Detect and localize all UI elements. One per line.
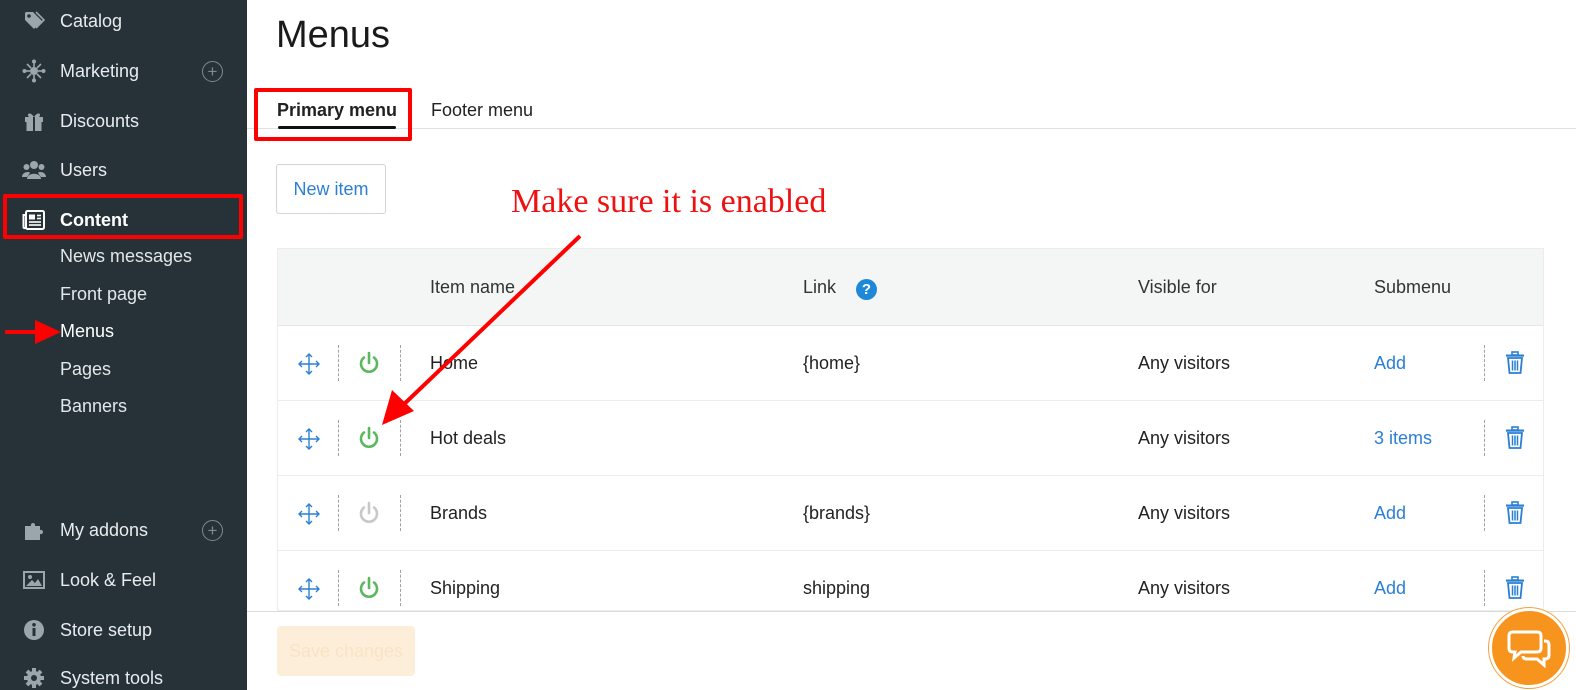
- sidebar-item-marketing[interactable]: Marketing +: [0, 51, 247, 91]
- item-name: Shipping: [430, 578, 501, 598]
- item-visible-for: Any visitors: [1138, 428, 1231, 448]
- page-title: Menus: [276, 14, 391, 56]
- item-name: Hot deals: [430, 428, 507, 448]
- drag-handle-icon[interactable]: [297, 427, 321, 451]
- sidebar-item-store-setup[interactable]: Store setup: [0, 610, 247, 650]
- row-separator: [338, 420, 339, 456]
- sidebar: Catalog Marketing + Discounts Users Cont…: [0, 0, 247, 690]
- row-separator: [338, 495, 339, 531]
- item-visible-for: Any visitors: [1138, 578, 1231, 598]
- users-icon: [22, 158, 46, 182]
- info-icon: [22, 618, 46, 642]
- submenu-link[interactable]: Add: [1374, 578, 1406, 599]
- sidebar-item-label: Users: [60, 159, 108, 180]
- footer-divider: [247, 611, 1576, 612]
- sidebar-item-catalog[interactable]: Catalog: [0, 1, 247, 41]
- sidebar-item-my-addons[interactable]: My addons +: [0, 510, 247, 550]
- menus-pointer-arrow: [5, 320, 61, 344]
- submenu-link[interactable]: 3 items: [1374, 428, 1432, 449]
- subnav-banners[interactable]: Banners: [60, 396, 127, 417]
- row-separator: [400, 495, 401, 531]
- add-addon-button[interactable]: +: [202, 519, 223, 541]
- table-row: Shipping shipping Any visitors Add: [278, 551, 1543, 610]
- column-header-visible-for: Visible for: [1138, 277, 1217, 297]
- tag-icon: [22, 9, 46, 33]
- trash-icon[interactable]: [1505, 576, 1525, 600]
- row-separator: [1484, 495, 1485, 531]
- drag-handle-icon[interactable]: [297, 502, 321, 526]
- sidebar-item-label: Marketing: [60, 60, 140, 81]
- tabs-divider: [247, 128, 1576, 129]
- row-separator: [338, 570, 339, 606]
- sidebar-item-discounts[interactable]: Discounts: [0, 101, 247, 141]
- power-toggle-icon[interactable]: [358, 501, 380, 525]
- sidebar-item-label: Look & Feel: [60, 569, 157, 590]
- sidebar-item-label: My addons: [60, 519, 149, 540]
- drag-handle-icon[interactable]: [297, 352, 321, 376]
- column-header-submenu: Submenu: [1374, 277, 1452, 297]
- newspaper-icon: [22, 208, 46, 232]
- subnav-menus[interactable]: Menus: [60, 321, 114, 342]
- sidebar-item-label: Catalog: [60, 10, 123, 31]
- app-window: Catalog Marketing + Discounts Users Cont…: [0, 0, 1576, 690]
- row-separator: [338, 345, 339, 381]
- chat-button[interactable]: [1489, 608, 1569, 688]
- subnav-pages[interactable]: Pages: [60, 359, 111, 380]
- submenu-link[interactable]: Add: [1374, 353, 1406, 374]
- row-separator: [1484, 420, 1485, 456]
- image-icon: [22, 568, 46, 592]
- add-marketing-button[interactable]: +: [202, 60, 223, 82]
- row-separator: [1484, 345, 1485, 381]
- active-tab-indicator: [278, 126, 396, 129]
- gear-icon: [22, 666, 46, 690]
- gift-icon: [22, 109, 46, 133]
- drag-handle-icon[interactable]: [297, 577, 321, 601]
- trash-icon[interactable]: [1505, 351, 1525, 375]
- sidebar-item-label: Discounts: [60, 110, 140, 131]
- row-separator: [400, 570, 401, 606]
- item-visible-for: Any visitors: [1138, 353, 1231, 373]
- table-row: Brands {brands} Any visitors Add: [278, 476, 1543, 551]
- puzzle-icon: [22, 518, 46, 542]
- sidebar-item-content[interactable]: Content: [0, 200, 247, 240]
- enabled-pointer-arrow: [382, 234, 582, 425]
- trash-icon[interactable]: [1505, 426, 1525, 450]
- trash-icon[interactable]: [1505, 501, 1525, 525]
- row-separator: [1484, 570, 1485, 606]
- item-link: {brands}: [803, 503, 871, 523]
- sidebar-item-label: Store setup: [60, 619, 153, 640]
- submenu-link[interactable]: Add: [1374, 503, 1406, 524]
- help-icon[interactable]: ?: [856, 279, 877, 300]
- new-item-button[interactable]: New item: [276, 164, 386, 214]
- item-link: shipping: [803, 578, 871, 598]
- sidebar-item-label: System tools: [60, 667, 164, 688]
- column-header-link: Link: [803, 277, 837, 297]
- item-name: Brands: [430, 503, 488, 523]
- tab-footer-menu[interactable]: Footer menu: [431, 100, 533, 121]
- subnav-front-page[interactable]: Front page: [60, 284, 147, 305]
- sidebar-item-system-tools[interactable]: System tools: [0, 658, 247, 690]
- sidebar-item-label: Content: [60, 209, 128, 230]
- sidebar-item-users[interactable]: Users: [0, 150, 247, 190]
- item-link: {home}: [803, 353, 861, 373]
- item-visible-for: Any visitors: [1138, 503, 1231, 523]
- subnav-news-messages[interactable]: News messages: [60, 246, 192, 267]
- save-changes-button[interactable]: Save changes: [277, 626, 415, 676]
- network-icon: [22, 59, 46, 83]
- power-toggle-icon[interactable]: [358, 576, 380, 600]
- chat-bubble-icon: [1507, 628, 1551, 668]
- tab-primary-menu[interactable]: Primary menu: [277, 100, 397, 121]
- annotation-text: Make sure it is enabled: [511, 183, 827, 220]
- sidebar-item-look-feel[interactable]: Look & Feel: [0, 560, 247, 600]
